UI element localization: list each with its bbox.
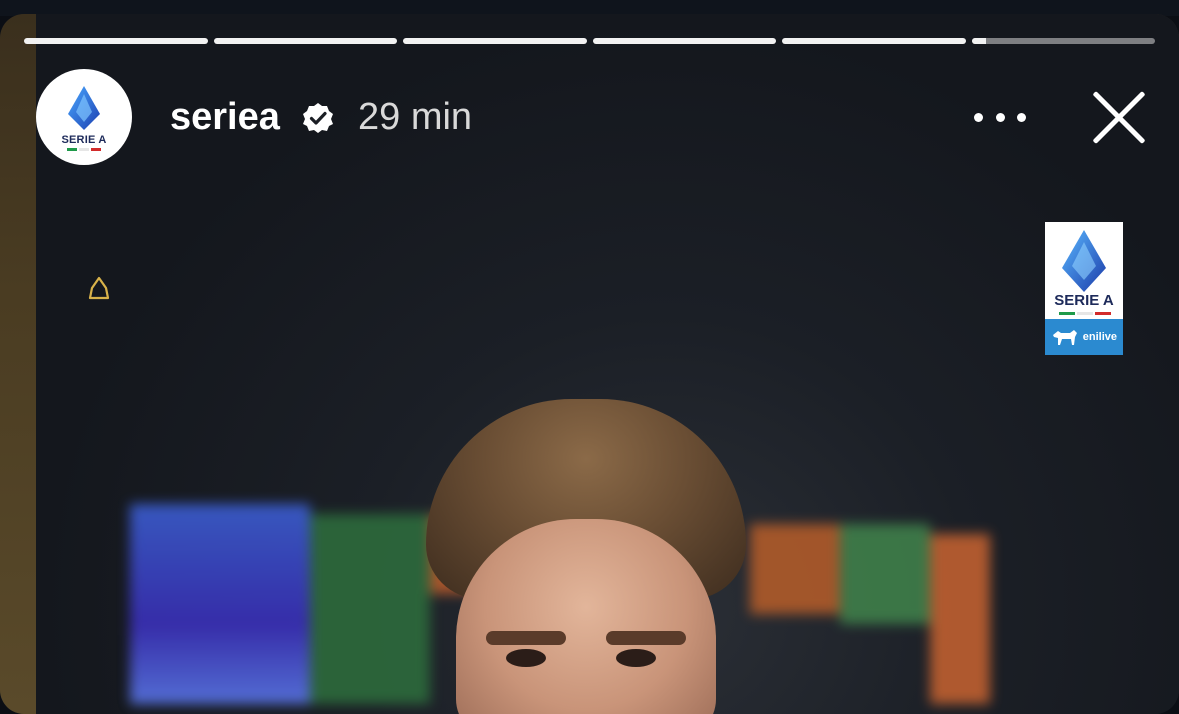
post-time: 29 min — [358, 96, 473, 138]
serie-a-watermark-icon — [88, 276, 110, 300]
six-legged-dog-icon — [1053, 330, 1077, 345]
progress-segment — [782, 38, 966, 44]
verified-badge-icon — [303, 103, 333, 133]
progress-segment — [403, 38, 587, 44]
avatar-label: SERIE A — [61, 133, 107, 146]
player-photo — [416, 399, 756, 714]
progress-segment — [24, 38, 208, 44]
serie-a-badge: SERIE A enilive — [1045, 222, 1123, 355]
username[interactable]: seriea — [170, 96, 280, 139]
italy-flag-strip — [67, 147, 101, 151]
more-options-icon[interactable] — [974, 104, 1026, 130]
serie-a-logo-icon — [68, 85, 100, 130]
close-icon[interactable] — [1088, 86, 1150, 148]
badge-label: SERIE A — [1054, 292, 1114, 309]
story-progress-bars — [24, 38, 1155, 44]
profile-avatar[interactable]: SERIE A — [36, 69, 132, 165]
italy-flag-strip — [1059, 312, 1111, 315]
previous-story-edge[interactable] — [0, 14, 36, 714]
sponsor-name: enilive — [1082, 331, 1117, 343]
progress-segment — [971, 38, 1155, 44]
progress-segment — [213, 38, 397, 44]
sponsor-bar: enilive — [1045, 319, 1123, 355]
progress-segment — [592, 38, 776, 44]
serie-a-logo-icon — [1062, 230, 1106, 292]
